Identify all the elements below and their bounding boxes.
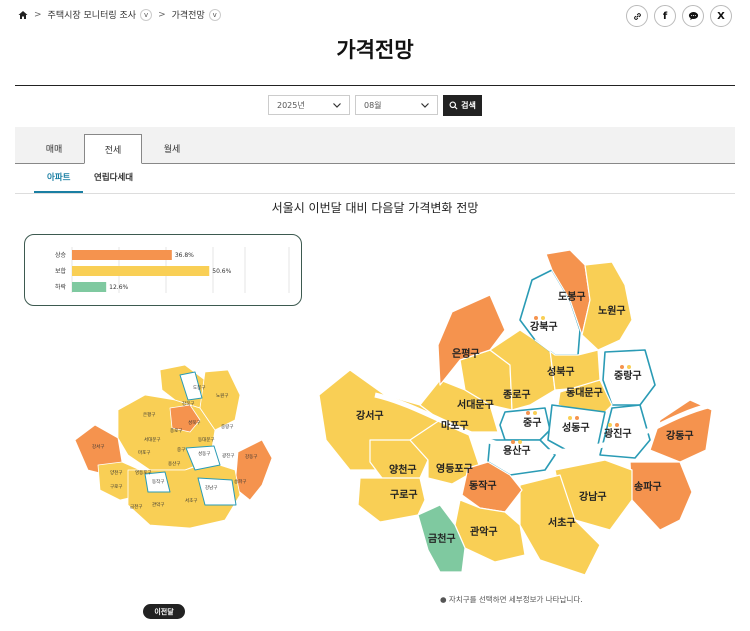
small-label-gangdong: 강동구 — [245, 453, 257, 460]
small-label-geumcheon: 금천구 — [130, 503, 142, 510]
small-label-gangbuk: 강북구 — [182, 400, 194, 407]
district-east-small[interactable] — [234, 439, 273, 501]
small-label-gangnam: 강남구 — [205, 484, 217, 491]
small-label-eunpyeong: 은평구 — [143, 411, 155, 418]
small-label-dongdaemun: 동대문구 — [198, 436, 215, 443]
small-label-jung: 중구 — [177, 447, 185, 453]
small-label-jongno: 종로구 — [170, 428, 182, 434]
small-label-seodaemun: 서대문구 — [144, 436, 161, 443]
small-label-jungnang: 중랑구 — [221, 423, 233, 430]
previous-month-button[interactable]: 이전달 — [143, 604, 185, 619]
small-label-yeongdeungpo: 영등포구 — [135, 469, 152, 476]
small-label-gangseo: 강서구 — [92, 443, 104, 450]
small-label-seongbuk: 성북구 — [188, 419, 200, 426]
small-label-seocho: 서초구 — [185, 497, 197, 504]
small-label-gwanak: 관악구 — [152, 501, 164, 508]
map-hint-text: ● 자치구를 선택하면 세부정보가 나타납니다. — [440, 595, 583, 604]
small-label-gwangjin: 광진구 — [222, 452, 234, 459]
small-label-seongdong: 성동구 — [198, 450, 210, 457]
seoul-district-map-small: 도봉구 노원구 강북구 은평구 성북구 중랑구 종로구 서대문구 동대문구 강서… — [74, 364, 273, 529]
small-label-yongsan: 용산구 — [168, 460, 180, 467]
small-label-nowon: 노원구 — [216, 392, 228, 399]
small-label-guro: 구로구 — [110, 484, 122, 490]
small-label-dobong: 도봉구 — [193, 385, 205, 391]
small-label-songpa: 송파구 — [234, 478, 246, 485]
small-label-mapo: 마포구 — [138, 449, 150, 456]
district-white-4-small[interactable] — [197, 477, 237, 506]
small-label-yangcheon: 양천구 — [110, 469, 122, 476]
small-label-dongjak: 동작구 — [152, 478, 164, 485]
